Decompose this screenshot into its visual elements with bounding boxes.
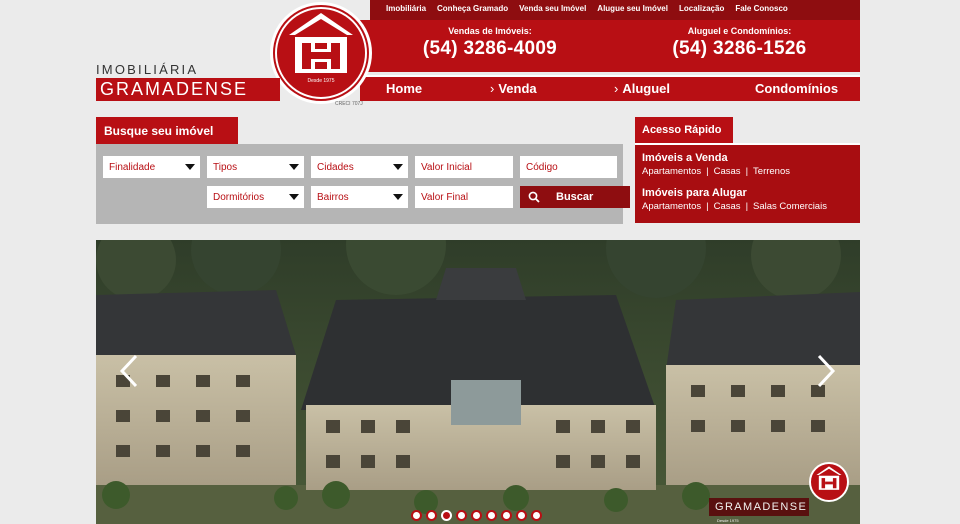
creci-text: CRECI 707J bbox=[335, 101, 363, 107]
search-panel: Finalidade Tipos Cidades Valor Inicial C… bbox=[96, 144, 630, 224]
sales-phone-number: (54) 3286-4009 bbox=[422, 38, 558, 59]
cidades-select[interactable]: Cidades bbox=[311, 156, 408, 178]
brand-name-top: IMOBILIÁRIA bbox=[96, 62, 199, 77]
sale-link-casas[interactable]: Casas bbox=[714, 166, 741, 177]
slide-dot-2[interactable] bbox=[426, 510, 437, 521]
logo[interactable]: Desde 1975 bbox=[275, 7, 367, 99]
hero-slider[interactable]: GRAMADENSE Desde 1975 bbox=[96, 240, 860, 524]
nav-venda-label: Venda bbox=[498, 81, 537, 96]
slide-image-apartment-complex bbox=[96, 240, 860, 524]
sales-phone-label: Vendas de Imóveis: bbox=[448, 26, 532, 36]
slide-dot-1[interactable] bbox=[411, 510, 422, 521]
nav-condominios-label: Condomínios bbox=[755, 81, 839, 96]
search-button-label: Buscar bbox=[556, 191, 594, 203]
watermark-logo bbox=[809, 462, 849, 502]
slide-dot-7[interactable] bbox=[501, 510, 512, 521]
quick-access-tab: Acesso Rápido bbox=[635, 117, 733, 143]
finalidade-select[interactable]: Finalidade bbox=[103, 156, 200, 178]
nav-aluguel-label: Aluguel bbox=[622, 81, 671, 96]
nav-aluguel[interactable]: › Aluguel bbox=[614, 81, 670, 96]
main-nav: Home › Venda › Aluguel Condomínios bbox=[360, 75, 860, 101]
sales-phone-block: Vendas de Imóveis: (54) 3286-4009 bbox=[415, 26, 565, 60]
nav-home-label: Home bbox=[386, 81, 423, 96]
watermark-text: GRAMADENSE Desde 1975 bbox=[709, 498, 809, 523]
dropdown-arrow-icon bbox=[393, 164, 403, 170]
sale-links: Apartamentos | Casas | Terrenos bbox=[642, 166, 853, 177]
top-link-localizacao[interactable]: Localização bbox=[679, 4, 724, 13]
bairros-select-value: Bairros bbox=[317, 192, 349, 203]
sale-link-apartamentos[interactable]: Apartamentos bbox=[642, 166, 701, 177]
sale-link-terrenos[interactable]: Terrenos bbox=[753, 166, 790, 177]
cidades-select-value: Cidades bbox=[317, 162, 354, 173]
dormitorios-select[interactable]: Dormitórios bbox=[207, 186, 304, 208]
dropdown-arrow-icon bbox=[185, 164, 195, 170]
quick-access-panel: Imóveis a Venda Apartamentos | Casas | T… bbox=[635, 143, 860, 223]
top-links: Imobiliária Conheça Gramado Venda seu Im… bbox=[386, 4, 788, 13]
nav-venda[interactable]: › Venda bbox=[490, 81, 537, 96]
dropdown-arrow-icon bbox=[289, 194, 299, 200]
slide-dot-6[interactable] bbox=[486, 510, 497, 521]
logo-since-text: Desde 1975 bbox=[307, 78, 335, 84]
separator: | bbox=[706, 201, 709, 212]
top-link-venda-seu-imovel[interactable]: Venda seu Imóvel bbox=[519, 4, 586, 13]
slide-dot-9[interactable] bbox=[531, 510, 542, 521]
brand-name-bar: GRAMADENSE bbox=[96, 78, 280, 101]
rent-links: Apartamentos | Casas | Salas Comerciais bbox=[642, 201, 853, 212]
separator: | bbox=[745, 201, 749, 212]
finalidade-select-value: Finalidade bbox=[109, 162, 156, 173]
top-link-alugue-seu-imovel[interactable]: Alugue seu Imóvel bbox=[597, 4, 668, 13]
valor-final-placeholder: Valor Final bbox=[421, 192, 469, 203]
rent-link-apartamentos[interactable]: Apartamentos bbox=[642, 201, 701, 212]
watermark-brand: GRAMADENSE bbox=[715, 501, 808, 513]
search-tab: Busque seu imóvel bbox=[96, 117, 238, 144]
dropdown-arrow-icon bbox=[393, 194, 403, 200]
rent-link-salas-comerciais[interactable]: Salas Comerciais bbox=[753, 201, 827, 212]
chevron-left-icon[interactable] bbox=[116, 353, 144, 389]
top-utility-bar: Imobiliária Conheça Gramado Venda seu Im… bbox=[370, 0, 860, 20]
rent-section-title[interactable]: Imóveis para Alugar bbox=[642, 187, 853, 199]
search-icon bbox=[528, 191, 540, 203]
rent-link-casas[interactable]: Casas bbox=[714, 201, 741, 212]
slide-indicators bbox=[411, 510, 542, 521]
rent-phone-number: (54) 3286-1526 bbox=[672, 38, 807, 59]
chevron-right-icon: › bbox=[614, 81, 619, 96]
chevron-right-icon: › bbox=[490, 81, 495, 96]
rent-phone-block: Aluguel e Condomínios: (54) 3286-1526 bbox=[652, 26, 827, 60]
slide-dot-4[interactable] bbox=[456, 510, 467, 521]
sale-section-title[interactable]: Imóveis a Venda bbox=[642, 152, 853, 164]
codigo-input[interactable]: Código bbox=[520, 156, 617, 178]
slide-dot-5[interactable] bbox=[471, 510, 482, 521]
watermark-since: Desde 1975 bbox=[717, 518, 739, 523]
dormitorios-select-value: Dormitórios bbox=[213, 192, 265, 203]
tipos-select[interactable]: Tipos bbox=[207, 156, 304, 178]
valor-inicial-placeholder: Valor Inicial bbox=[421, 162, 472, 173]
slide-dot-3[interactable] bbox=[441, 510, 452, 521]
top-link-fale-conosco[interactable]: Fale Conosco bbox=[735, 4, 787, 13]
bairros-select[interactable]: Bairros bbox=[311, 186, 408, 208]
top-link-conheca-gramado[interactable]: Conheça Gramado bbox=[437, 4, 508, 13]
rent-phone-label: Aluguel e Condomínios: bbox=[687, 26, 792, 36]
top-link-imobiliaria[interactable]: Imobiliária bbox=[386, 4, 426, 13]
logo-house-icon bbox=[816, 466, 842, 490]
dropdown-arrow-icon bbox=[289, 164, 299, 170]
valor-final-input[interactable]: Valor Final bbox=[415, 186, 513, 208]
nav-condominios[interactable]: Condomínios bbox=[755, 81, 838, 96]
tipos-select-value: Tipos bbox=[213, 162, 238, 173]
phone-band: Vendas de Imóveis: (54) 3286-4009 Alugue… bbox=[360, 20, 860, 72]
chevron-right-icon[interactable] bbox=[811, 353, 839, 389]
valor-inicial-input[interactable]: Valor Inicial bbox=[415, 156, 513, 178]
search-button[interactable]: Buscar bbox=[520, 186, 630, 208]
nav-home[interactable]: Home bbox=[386, 81, 422, 96]
logo-house-icon bbox=[289, 13, 353, 73]
slide-dot-8[interactable] bbox=[516, 510, 527, 521]
separator: | bbox=[706, 166, 709, 177]
separator: | bbox=[745, 166, 749, 177]
codigo-placeholder: Código bbox=[526, 162, 558, 173]
